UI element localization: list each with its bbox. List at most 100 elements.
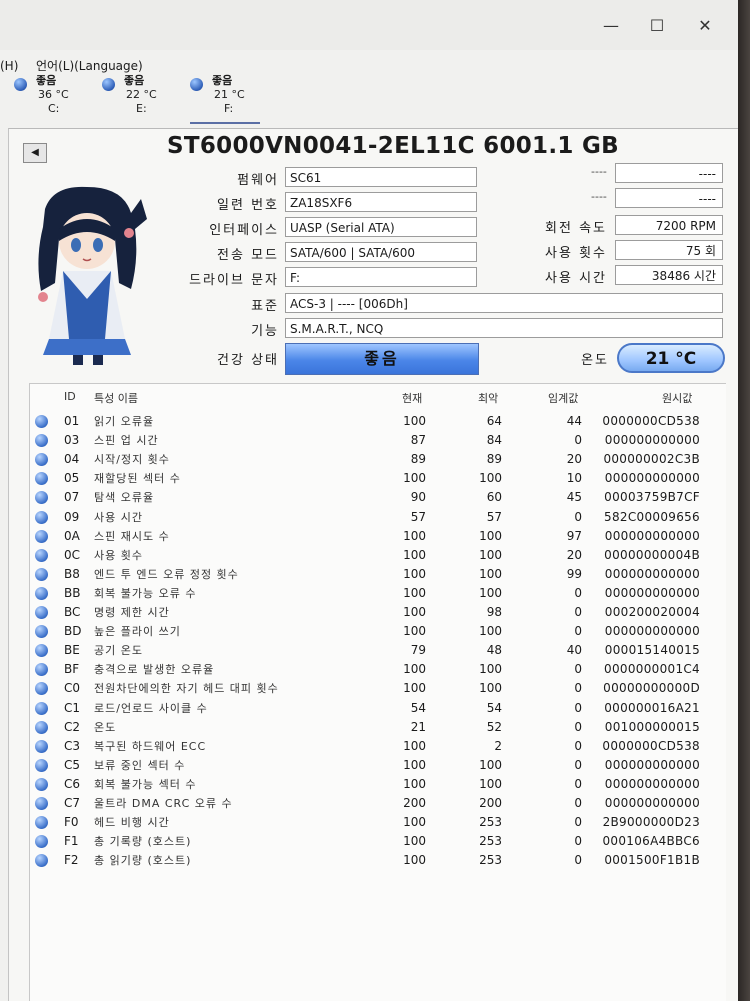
status-dot-icon (35, 663, 48, 677)
power-on-hours-value: 38486 시간 (615, 265, 723, 285)
attribute-raw: 00000000000D (603, 681, 700, 696)
attribute-worst: 100 (479, 528, 502, 543)
table-row[interactable]: 03 스핀 업 시간 87 84 0 000000000000 (30, 431, 726, 450)
attribute-id: 01 (64, 414, 80, 428)
status-dot-icon (102, 78, 115, 91)
attribute-name: 회복 불가능 오류 수 (94, 586, 197, 600)
attribute-threshold: 0 (574, 796, 582, 810)
attribute-raw: 0000000001C4 (604, 662, 700, 677)
table-row[interactable]: 0A 스핀 재시도 수 100 100 97 000000000000 (30, 527, 726, 546)
header-id[interactable]: ID (64, 390, 76, 403)
attribute-name: 읽기 오류율 (94, 415, 155, 428)
attribute-threshold: 0 (574, 433, 582, 448)
attribute-id: F2 (64, 853, 79, 868)
status-dot-icon (35, 567, 48, 581)
header-name[interactable]: 특성 이름 (94, 390, 138, 406)
health-label: 건강 상태 (217, 353, 279, 368)
status-dot-icon (35, 586, 48, 600)
status-dot-icon (35, 835, 48, 849)
attribute-threshold: 0 (574, 815, 582, 830)
temperature-badge[interactable]: 21 °C (617, 343, 725, 373)
attribute-threshold: 20 (566, 452, 582, 467)
table-row[interactable]: B8 엔드 투 엔드 오류 정정 횟수 100 100 99 000000000000 (30, 565, 726, 584)
status-dot-icon (35, 682, 48, 696)
table-row[interactable]: C6 회복 불가능 섹터 수 100 100 0 000000000000 (30, 775, 726, 794)
table-row[interactable]: 05 재할당된 섹터 수 100 100 10 000000000000 (30, 469, 726, 488)
table-row[interactable]: BB 회복 불가능 오류 수 100 100 0 000000000000 (30, 584, 726, 603)
minimize-button[interactable]: — (596, 14, 626, 38)
table-row[interactable]: 0C 사용 횟수 100 100 20 00000000004B (30, 546, 726, 565)
attribute-name: 스핀 재시도 수 (94, 529, 170, 543)
attribute-name: 회복 불가능 섹터 수 (94, 777, 197, 791)
drive-tab-c[interactable]: 좋음 36 °C C: (14, 74, 84, 122)
table-row[interactable]: F1 총 기록량 (호스트) 100 253 0 000106A4BBC6 (30, 832, 726, 851)
attribute-id: 09 (64, 509, 80, 524)
attribute-raw: 000000000000 (604, 528, 700, 543)
attribute-name: 온도 (94, 720, 117, 734)
menu-help[interactable]: (H) (0, 56, 18, 76)
drive-tabs: 좋음 36 °C C: 좋음 22 °C E: 좋음 21 °C F: (0, 74, 738, 124)
attribute-worst: 100 (479, 566, 502, 581)
table-row[interactable]: BC 명령 제한 시간 100 98 0 000200020004 (30, 603, 726, 622)
attribute-id: 04 (64, 452, 80, 467)
attribute-name: 헤드 비행 시간 (94, 816, 170, 830)
blank-dash-1: ---- (591, 165, 607, 178)
attribute-name: 총 읽기량 (호스트) (94, 854, 192, 868)
attribute-raw: 00000000004B (604, 547, 700, 562)
attribute-id: C1 (64, 700, 81, 715)
status-dot-icon (35, 644, 48, 658)
table-row[interactable]: F0 헤드 비행 시간 100 253 0 2B9000000D23 (30, 813, 726, 832)
table-row[interactable]: C0 전원차단에의한 자기 헤드 대피 횟수 100 100 0 00000000000D (30, 679, 726, 698)
attribute-name: 스핀 업 시간 (94, 434, 159, 448)
attribute-threshold: 0 (574, 776, 582, 791)
header-worst[interactable]: 최악 (478, 390, 498, 406)
table-row[interactable]: C5 보류 중인 섹터 수 100 100 0 000000000000 (30, 756, 726, 775)
attribute-raw: 000000002C3B (603, 452, 700, 467)
drive-temp: 36 °C (38, 88, 69, 101)
attribute-id: B8 (64, 566, 80, 581)
table-row[interactable]: 01 읽기 오류율 100 64 44 0000000CD538 (30, 412, 726, 431)
health-status-button[interactable]: 좋음 (285, 343, 479, 375)
header-threshold[interactable]: 임계값 (548, 390, 578, 406)
table-row[interactable]: BE 공기 온도 79 48 40 000015140015 (30, 641, 726, 660)
menu-bar: (H) 언어(L)(Language) (0, 56, 738, 76)
table-row[interactable]: F2 총 읽기량 (호스트) 100 253 0 0001500F1B1B (30, 851, 726, 870)
attribute-name: 시작/정지 횟수 (94, 453, 170, 467)
table-row[interactable]: 07 탐색 오류율 90 60 45 00003759B7CF (30, 488, 726, 507)
header-raw[interactable]: 원시값 (662, 390, 692, 406)
attribute-current: 100 (403, 662, 426, 677)
table-row[interactable]: C3 복구된 하드웨어 ECC 100 2 0 0000000CD538 (30, 737, 726, 756)
attribute-threshold: 0 (574, 853, 582, 868)
table-row[interactable]: C7 울트라 DMA CRC 오류 수 200 200 0 000000000000 (30, 794, 726, 813)
attribute-worst: 100 (479, 776, 502, 791)
maximize-button[interactable]: ☐ (642, 14, 672, 38)
header-current[interactable]: 현재 (402, 390, 422, 406)
attribute-threshold: 40 (566, 643, 582, 658)
table-header: ID 특성 이름 현재 최악 임계값 원시값 (30, 390, 726, 408)
attribute-current: 100 (403, 776, 426, 791)
attribute-current: 90 (410, 490, 426, 505)
attribute-name: 공기 온도 (94, 644, 143, 658)
table-row[interactable]: C2 온도 21 52 0 001000000015 (30, 718, 726, 737)
attribute-name: 재할당된 섹터 수 (94, 472, 181, 486)
prev-disk-button[interactable]: ◀ (23, 143, 47, 163)
attribute-current: 100 (403, 738, 426, 753)
rpm-value: 7200 RPM (615, 215, 723, 235)
table-row[interactable]: BF 충격으로 발생한 오류율 100 100 0 0000000001C4 (30, 660, 726, 679)
close-button[interactable]: ✕ (690, 14, 720, 38)
attribute-id: 05 (64, 471, 80, 486)
attribute-threshold: 99 (566, 566, 582, 581)
attribute-raw: 0000000CD538 (602, 738, 700, 753)
drive-tab-f[interactable]: 좋음 21 °C F: (190, 74, 260, 124)
status-dot-icon (35, 797, 48, 810)
table-row[interactable]: 09 사용 시간 57 57 0 582C00009656 (30, 508, 726, 527)
menu-language[interactable]: 언어(L)(Language) (36, 56, 143, 76)
drive-tab-e[interactable]: 좋음 22 °C E: (102, 74, 172, 122)
attribute-current: 57 (410, 509, 426, 524)
attribute-id: 0A (64, 528, 80, 543)
table-row[interactable]: 04 시작/정지 횟수 89 89 20 000000002C3B (30, 450, 726, 469)
table-row[interactable]: C1 로드/언로드 사이클 수 54 54 0 000000016A21 (30, 699, 726, 718)
attribute-id: BC (64, 605, 81, 619)
attribute-threshold: 97 (566, 528, 582, 543)
table-row[interactable]: BD 높은 플라이 쓰기 100 100 0 000000000000 (30, 622, 726, 641)
